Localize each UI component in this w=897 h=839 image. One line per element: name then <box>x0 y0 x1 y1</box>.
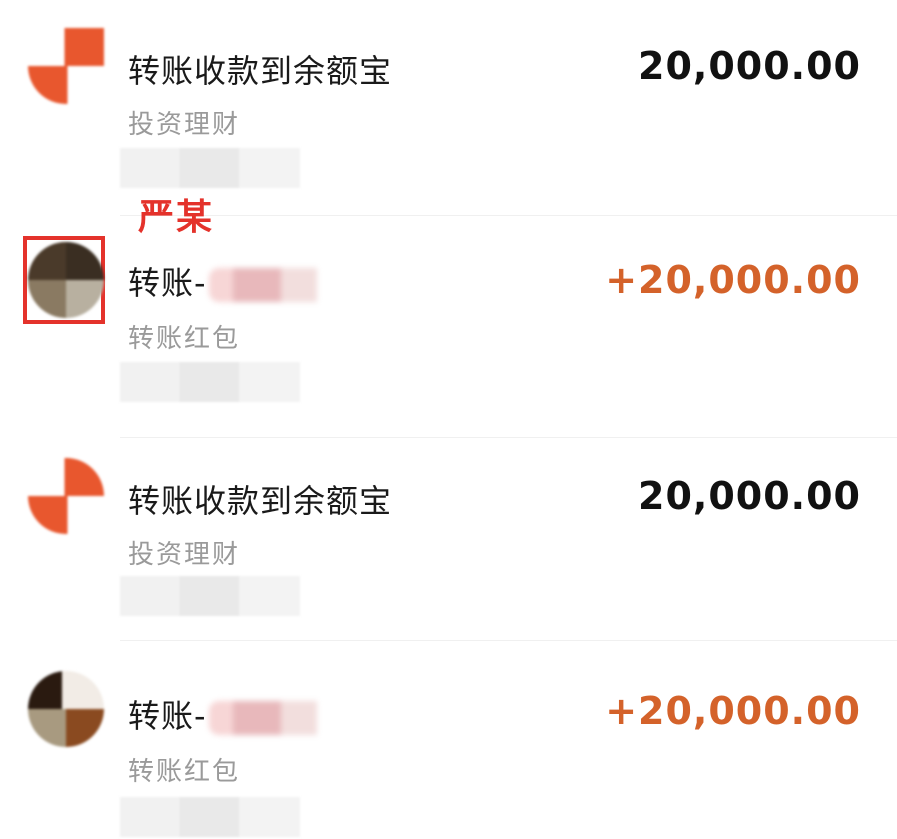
transaction-item[interactable]: 转账- 转账红包 +20,000.00 <box>0 216 897 436</box>
transaction-amount: +20,000.00 <box>605 689 861 733</box>
transaction-amount: 20,000.00 <box>638 44 861 88</box>
redacted-contact-name <box>208 268 329 302</box>
transaction-category: 投资理财 <box>128 110 241 140</box>
transaction-category: 转账红包 <box>128 324 241 354</box>
transaction-title-prefix: 转账- <box>128 697 207 735</box>
redacted-timestamp <box>120 362 300 402</box>
transaction-item[interactable]: 转账- 转账红包 +20,000.00 <box>0 641 897 839</box>
redacted-timestamp <box>120 576 300 616</box>
transaction-title: 转账- <box>128 691 329 737</box>
redacted-contact-name <box>208 701 329 735</box>
transaction-title-prefix: 转账- <box>128 264 207 302</box>
transaction-category: 投资理财 <box>128 540 241 570</box>
yuebao-icon <box>28 28 104 104</box>
transaction-title: 转账收款到余额宝 <box>128 482 393 520</box>
transaction-amount: +20,000.00 <box>605 258 861 302</box>
transaction-title: 转账- <box>128 258 329 304</box>
transaction-amount: 20,000.00 <box>638 474 861 518</box>
transaction-item[interactable]: 转账收款到余额宝 投资理财 20,000.00 <box>0 438 897 638</box>
transaction-item[interactable]: 转账收款到余额宝 投资理财 20,000.00 <box>0 0 897 200</box>
transaction-category: 转账红包 <box>128 757 241 787</box>
transaction-title: 转账收款到余额宝 <box>128 52 393 90</box>
contact-avatar-icon <box>28 671 104 747</box>
contact-avatar-icon <box>28 242 104 318</box>
redacted-timestamp <box>120 148 300 188</box>
yuebao-icon <box>28 458 104 534</box>
redacted-timestamp <box>120 797 300 837</box>
